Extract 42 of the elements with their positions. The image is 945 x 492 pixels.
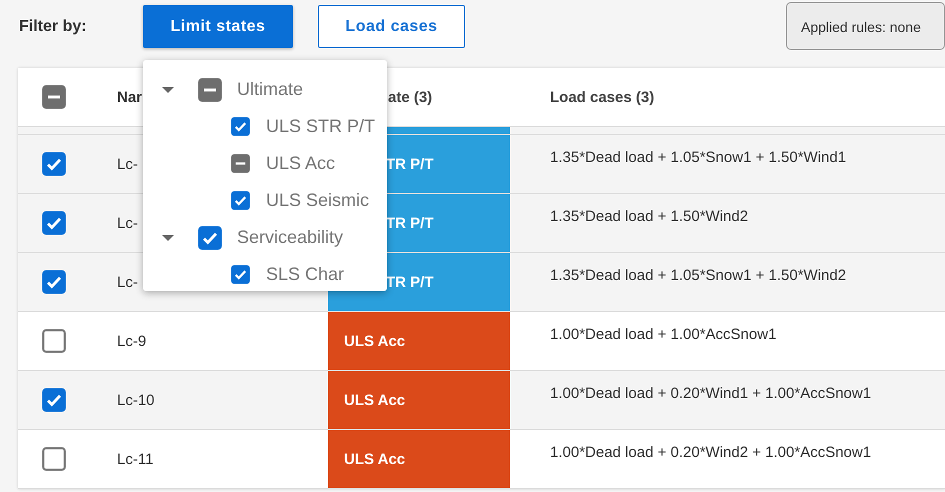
table-row[interactable]: Lc-9 ULS Acc 1.00*Dead load + 1.00*AccSnow1 (18, 312, 945, 371)
caret-icon[interactable] (162, 86, 174, 92)
load-case-text: 1.00*Dead load + 0.20*Wind2 + 1.00*AccSnow1 (550, 444, 872, 461)
column-header[interactable]: Nar (117, 88, 142, 106)
filter-button[interactable]: Limit states (143, 5, 293, 48)
limit-state-cell: ULS Acc (328, 312, 510, 370)
caret-icon[interactable] (162, 234, 174, 240)
checkbox[interactable] (198, 226, 222, 250)
tree-item[interactable]: ULS STR P/T (266, 116, 376, 137)
checkbox[interactable] (231, 191, 250, 210)
checkbox[interactable] (231, 117, 250, 136)
load-case-text: 1.35*Dead load + 1.05*Snow1 + 1.50*Wind2 (550, 267, 846, 284)
applied-rules-field[interactable]: Applied rules: none (786, 2, 945, 50)
name-text: Lc- (117, 274, 138, 290)
table-row[interactable]: Lc-11 ULS Acc 1.00*Dead load + 0.20*Wind2 + 1.00*AccSnow1 (18, 430, 945, 489)
filter-button[interactable]: Load cases (318, 5, 465, 48)
checkbox[interactable] (42, 211, 66, 235)
checkbox[interactable] (231, 265, 250, 284)
limit-state-cell: ULS Acc (328, 430, 510, 488)
name-text: Lc-11 (117, 450, 154, 468)
checkbox[interactable] (198, 78, 222, 102)
load-case-text: 1.00*Dead load + 1.00*AccSnow1 (550, 326, 776, 343)
checkbox[interactable] (42, 447, 66, 471)
limit-state-cell: ULS Acc (328, 371, 510, 429)
name-text: Lc-9 (117, 332, 146, 350)
filter-label: Filter by: (19, 18, 88, 36)
column-header[interactable]: Load cases (3) (550, 88, 654, 106)
column-header[interactable]: ate (3) (388, 88, 432, 106)
load-case-text: 1.00*Dead load + 0.20*Wind1 + 1.00*AccSnow1 (550, 385, 872, 402)
checkbox[interactable] (231, 154, 250, 173)
load-case-text: 1.35*Dead load + 1.05*Snow1 + 1.50*Wind1 (550, 149, 846, 166)
load-case-text: 1.35*Dead load + 1.50*Wind2 (550, 208, 748, 225)
checkbox[interactable] (42, 152, 66, 176)
checkbox[interactable] (42, 270, 66, 294)
name-text: Lc- (117, 214, 138, 232)
name-text: Lc-10 (117, 392, 155, 408)
tree-item[interactable]: Ultimate (237, 79, 304, 100)
checkbox[interactable] (42, 85, 66, 109)
table-row[interactable]: Lc-10 ULS Acc 1.00*Dead load + 0.20*Wind1 + 1.00*AccSnow1 (18, 371, 945, 430)
checkbox[interactable] (42, 329, 66, 353)
name-text: Lc- (117, 156, 138, 172)
checkbox[interactable] (42, 388, 66, 412)
